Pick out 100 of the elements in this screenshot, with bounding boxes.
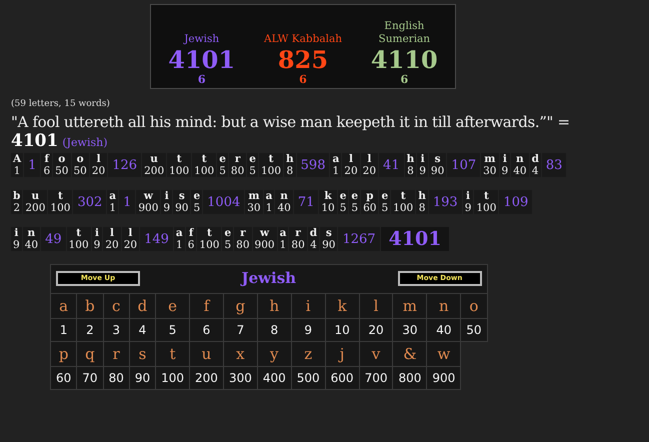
- letter-value-cell: a 1: [264, 190, 276, 214]
- cipher-letter: g: [223, 294, 258, 318]
- cipher-number: 7: [223, 318, 258, 342]
- cipher-count: 6: [198, 73, 206, 86]
- cipher-number: 6: [190, 318, 224, 342]
- cipher-value: 4101: [168, 46, 236, 73]
- cipher-letter: v: [359, 342, 393, 366]
- letter-word-count: (59 letters, 15 words): [11, 99, 111, 109]
- cipher-name: ALW Kabbalah: [263, 33, 343, 46]
- cipher-number: 1: [50, 318, 77, 342]
- cipher-letter: &: [392, 342, 427, 366]
- cipher-number: 300: [223, 366, 258, 390]
- letter-value-cell: n 40: [511, 153, 530, 177]
- word-total: 1004: [203, 190, 246, 214]
- cipher-number: 5: [156, 318, 190, 342]
- word-total: 83: [542, 153, 568, 177]
- cipher-number: 30: [392, 318, 427, 342]
- cipher-number: 60: [50, 366, 77, 390]
- cipher-letter: a: [50, 294, 77, 318]
- letter-value-cell: l 20: [342, 153, 361, 177]
- letter-value-cell: h 8: [404, 153, 418, 177]
- cipher-letter: w: [426, 342, 461, 366]
- letter-value-cell: a 1: [107, 190, 120, 214]
- cipher-number: 90: [129, 366, 156, 390]
- cipher-letter: s: [129, 342, 156, 366]
- letter-value-cell: t 100: [258, 153, 284, 177]
- cipher-number: 9: [291, 318, 326, 342]
- cipher-number: 50: [460, 318, 488, 342]
- letter-value-cell: d 4: [530, 153, 542, 177]
- cipher-letter: o: [460, 294, 488, 318]
- cipher-letter: h: [257, 294, 292, 318]
- cipher-value: 825: [278, 46, 328, 73]
- total-value: 4101: [11, 131, 58, 151]
- cipher-letter: u: [190, 342, 224, 366]
- word-total: 149: [140, 227, 174, 251]
- cipher-letter: r: [103, 342, 130, 366]
- cipher-number: 2: [76, 318, 104, 342]
- cipher-letter: x: [223, 342, 258, 366]
- cipher-number: 4: [129, 318, 156, 342]
- cipher-letter: b: [76, 294, 104, 318]
- letter-value-cell: i 9: [161, 190, 174, 214]
- letter-value-cell: r 80: [289, 227, 308, 251]
- word-total: 598: [296, 153, 330, 177]
- letter-value-cell: h 8: [416, 190, 429, 214]
- cipher-letter: k: [325, 294, 360, 318]
- cipher-letter: y: [257, 342, 292, 366]
- cipher-number: 70: [76, 366, 104, 390]
- letter-value-cell: d 4: [308, 227, 320, 251]
- letter-value-cell: t 100: [192, 153, 218, 177]
- letter-value-cell: t 100: [391, 190, 416, 214]
- word-total: 41: [379, 153, 405, 177]
- letter-value-cell: i 9: [417, 153, 429, 177]
- word-total: 107: [447, 153, 482, 177]
- cipher-number: 3: [103, 318, 130, 342]
- cipher-letter: c: [103, 294, 130, 318]
- letter-value-cell: t 100: [66, 227, 92, 251]
- letter-value-cell: e 5: [191, 190, 204, 214]
- word-total: 1: [24, 153, 42, 177]
- word-total: 1: [119, 190, 136, 214]
- cipher-number: 100: [156, 366, 190, 390]
- word-total: 109: [499, 190, 534, 214]
- letter-value-cell: r 80: [234, 227, 253, 251]
- cipher-letter: q: [76, 342, 104, 366]
- letter-value-cell: e 5: [338, 190, 350, 214]
- letter-value-cell: l 20: [122, 227, 140, 251]
- letter-value-cell: k 10: [319, 190, 338, 214]
- letter-value-cell: f 6: [186, 227, 198, 251]
- letter-value-cell: b 2: [11, 190, 24, 214]
- cipher-letter: d: [129, 294, 156, 318]
- cipher-value: 4110: [370, 46, 438, 73]
- letter-value-cell: e 5: [222, 227, 234, 251]
- grand-total: 4101: [380, 227, 450, 251]
- cipher-number: 400: [257, 366, 292, 390]
- phrase-text: "A fool uttereth all his mind: but a wise man keepeth it in till afterwards.”" =: [11, 113, 571, 131]
- word-total: 126: [108, 153, 142, 177]
- cipher-letter: e: [156, 294, 190, 318]
- cipher-number: 8: [257, 318, 292, 342]
- cipher-letter: f: [190, 294, 224, 318]
- letter-value-cell: a 1: [330, 153, 342, 177]
- cipher-number: 800: [392, 366, 427, 390]
- cipher-count: 6: [299, 73, 307, 86]
- letter-value-cell: n 40: [275, 190, 294, 214]
- letter-value-cell: i 9: [11, 227, 23, 251]
- letter-value-cell: A 1: [11, 153, 24, 177]
- letter-value-cell: u 200: [142, 153, 168, 177]
- cipher-number: 80: [103, 366, 130, 390]
- cipher-letter: j: [325, 342, 360, 366]
- cipher-number: 200: [190, 366, 224, 390]
- cipher-number: 600: [325, 366, 360, 390]
- cipher-number: 10: [325, 318, 360, 342]
- letter-value-cell: m 30: [481, 153, 500, 177]
- letter-value-cell: i 9: [500, 153, 512, 177]
- letter-value-cell: e 5: [247, 153, 259, 177]
- letter-value-cell: l 20: [90, 153, 108, 177]
- letter-value-cell: l 20: [103, 227, 122, 251]
- cipher-letter: l: [359, 294, 393, 318]
- cipher-number: 20: [359, 318, 393, 342]
- cipher-letter: m: [392, 294, 427, 318]
- letter-value-cell: o 50: [72, 153, 90, 177]
- cipher-number: 40: [426, 318, 461, 342]
